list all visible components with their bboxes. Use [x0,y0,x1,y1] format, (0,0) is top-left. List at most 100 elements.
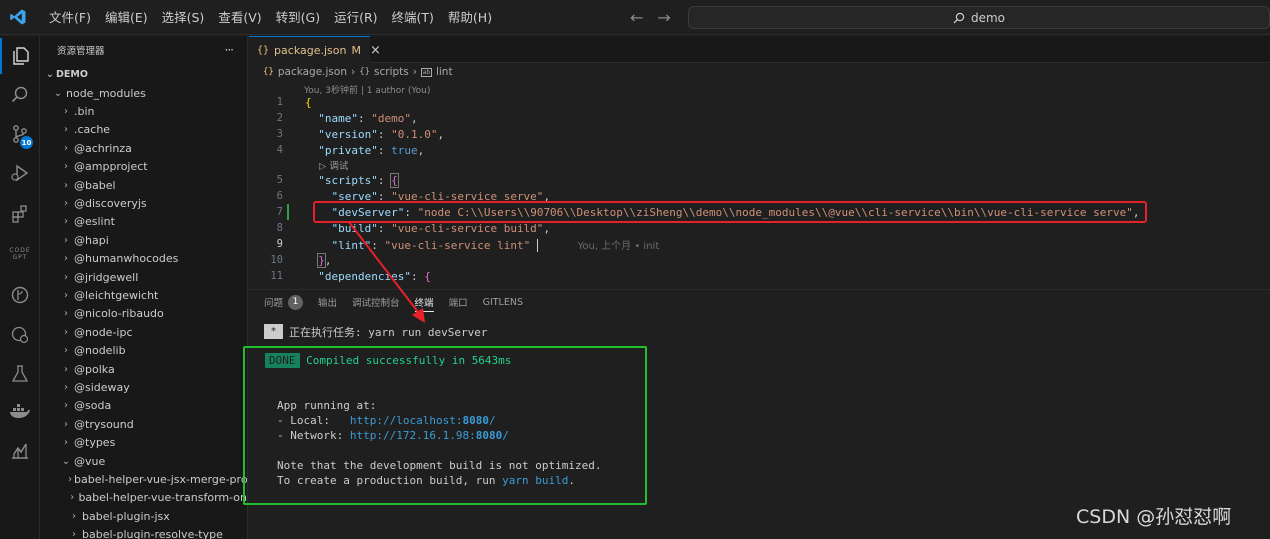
tree-item[interactable]: ⌄ node_modules [40,84,247,102]
chevron-right-icon: › [64,308,68,320]
run-debug-icon[interactable] [0,155,40,191]
line-number: 4 [276,144,283,156]
tree-item[interactable]: › @soda [40,397,247,415]
json-string: "vue-cli-service lint" [384,238,531,252]
gitlens-icon[interactable] [0,277,40,313]
tree-item[interactable]: › @nodelib [40,341,247,359]
tree-item[interactable]: ⌄ @vue [40,452,247,470]
tree-item[interactable]: › @hapi [40,231,247,249]
forward-arrow-icon[interactable]: → [657,8,670,27]
menu-bar: 文件(F) 编辑(E) 选择(S) 查看(V) 转到(G) 运行(R) 终端(T) 帮助(H) [42,0,499,35]
menu-item[interactable]: 终端(T) [385,0,441,35]
json-boolean: true [391,143,418,157]
tree-item[interactable]: › @discoveryjs [40,194,247,212]
chevron-right-icon: › [350,66,356,78]
tree-item[interactable]: › babel-plugin-resolve-type [40,525,247,539]
panel-tab-label: 调试控制台 [352,298,400,309]
git-modified-gutter [287,204,289,220]
docker-icon[interactable] [0,394,40,430]
tree-item[interactable]: › babel-helper-vue-transform-on [40,489,247,507]
source-control-icon[interactable]: 10 [0,116,40,152]
code-line: 4 "private": true, [249,142,1270,158]
tree-item-label: @discoveryjs [74,197,147,211]
menu-item[interactable]: 转到(G) [269,0,327,35]
tree-item[interactable]: › @eslint [40,213,247,231]
editor-area: {} package.json M × {} package.json › {}… [243,36,1270,539]
tree-item[interactable]: › .bin [40,102,247,120]
panel-tab[interactable]: 调试控制台 [352,290,400,314]
breadcrumb-item[interactable]: lint [436,66,453,78]
code-line: 1 { [249,94,1270,110]
chevron-right-icon: › [72,510,76,522]
search-icon[interactable] [0,77,40,113]
tree-item-label: .cache [74,123,111,137]
breadcrumb-section[interactable]: scripts [374,66,409,78]
tree-item[interactable]: › @achrinza [40,139,247,157]
chevron-right-icon: › [64,198,68,210]
menu-item[interactable]: 帮助(H) [441,0,499,35]
line-number: 8 [276,222,283,234]
menu-item[interactable]: 查看(V) [211,0,268,35]
panel-tab[interactable]: 端口 [449,290,468,314]
tree-item[interactable]: › @polka [40,360,247,378]
testing-icon[interactable] [0,356,40,392]
menu-item[interactable]: 文件(F) [42,0,98,35]
timeline-chart-icon[interactable] [0,432,40,468]
tree-item-label: babel-plugin-jsx [82,509,170,523]
panel-tab[interactable]: 问题 1 [264,290,304,314]
tree-item[interactable]: › babel-plugin-jsx [40,507,247,525]
tree-item[interactable]: › @babel [40,176,247,194]
chevron-right-icon: › [412,66,417,78]
breadcrumb-file[interactable]: package.json [278,66,347,78]
panel-tab[interactable]: 输出 [318,290,337,314]
tree-item[interactable]: › @types [40,433,247,451]
panel-tab-label: 终端 [414,298,434,309]
panel-tab[interactable]: GITLENS [483,290,523,314]
tab-package-json[interactable]: {} package.json M × [249,36,381,63]
panel-tab[interactable]: 终端 [414,290,434,314]
tree-item[interactable]: › @humanwhocodes [40,250,247,268]
line-number: 10 [270,254,283,266]
tree-item-label: @nodelib [74,344,126,358]
tree-item[interactable]: › @leichtgewicht [40,286,247,304]
explorer-sidebar: 资源管理器 ··· ⌄ DEMO ⌄ node_modules › .bin › .cac… [40,36,248,539]
tree-item-label: @node-ipc [74,325,133,339]
tree-item[interactable]: › @sideway [40,378,247,396]
close-icon[interactable]: × [370,43,381,58]
panel-tab-label: 问题 [264,298,284,309]
command-center[interactable]: demo [688,6,1270,29]
codelens-debug[interactable]: 调试 [329,161,348,172]
menu-item[interactable]: 运行(R) [327,0,384,35]
object-icon: {} [359,67,371,77]
tree-item[interactable]: › @jridgewell [40,268,247,286]
more-actions-icon[interactable]: ··· [225,43,235,57]
tree-item[interactable]: › @node-ipc [40,323,247,341]
tree-item-label: @trysound [74,417,134,431]
explorer-title: 资源管理器 [57,46,105,57]
panel-tab-label: GITLENS [482,296,523,308]
scm-badge: 10 [20,136,33,149]
string-icon: ab [420,67,432,77]
code-gpt-icon[interactable]: CODE GPT [0,236,40,272]
watermark: CSDN @孙怼怼啊 [1076,506,1232,528]
line-number: 5 [276,174,283,186]
tree-item[interactable]: › babel-helper-vue-jsx-merge-pro... [40,470,247,488]
workspace-root[interactable]: ⌄ DEMO [40,64,247,84]
chevron-down-icon: ⌄ [61,455,71,467]
extensions-icon[interactable] [0,196,40,232]
tree-item[interactable]: › @ampproject [40,158,247,176]
explorer-icon[interactable] [0,38,40,74]
menu-item[interactable]: 编辑(E) [98,0,155,35]
tree-item[interactable]: › @nicolo-ribaudo [40,305,247,323]
back-arrow-icon[interactable]: ← [630,8,643,27]
tree-item-label: @eslint [74,215,115,229]
code-line: 9 "lint": "vue-cli-service lint" You, 上个… [249,236,1270,252]
tab-label: package.json [274,43,347,57]
tree-item[interactable]: › .cache [40,121,247,139]
tree-item[interactable]: › @trysound [40,415,247,433]
chevron-right-icon: › [64,381,68,393]
chevron-down-icon: ⌄ [53,87,63,99]
code-line: 10 }, [249,252,1270,268]
menu-item[interactable]: 选择(S) [155,0,212,35]
remote-explorer-icon[interactable] [0,317,40,353]
